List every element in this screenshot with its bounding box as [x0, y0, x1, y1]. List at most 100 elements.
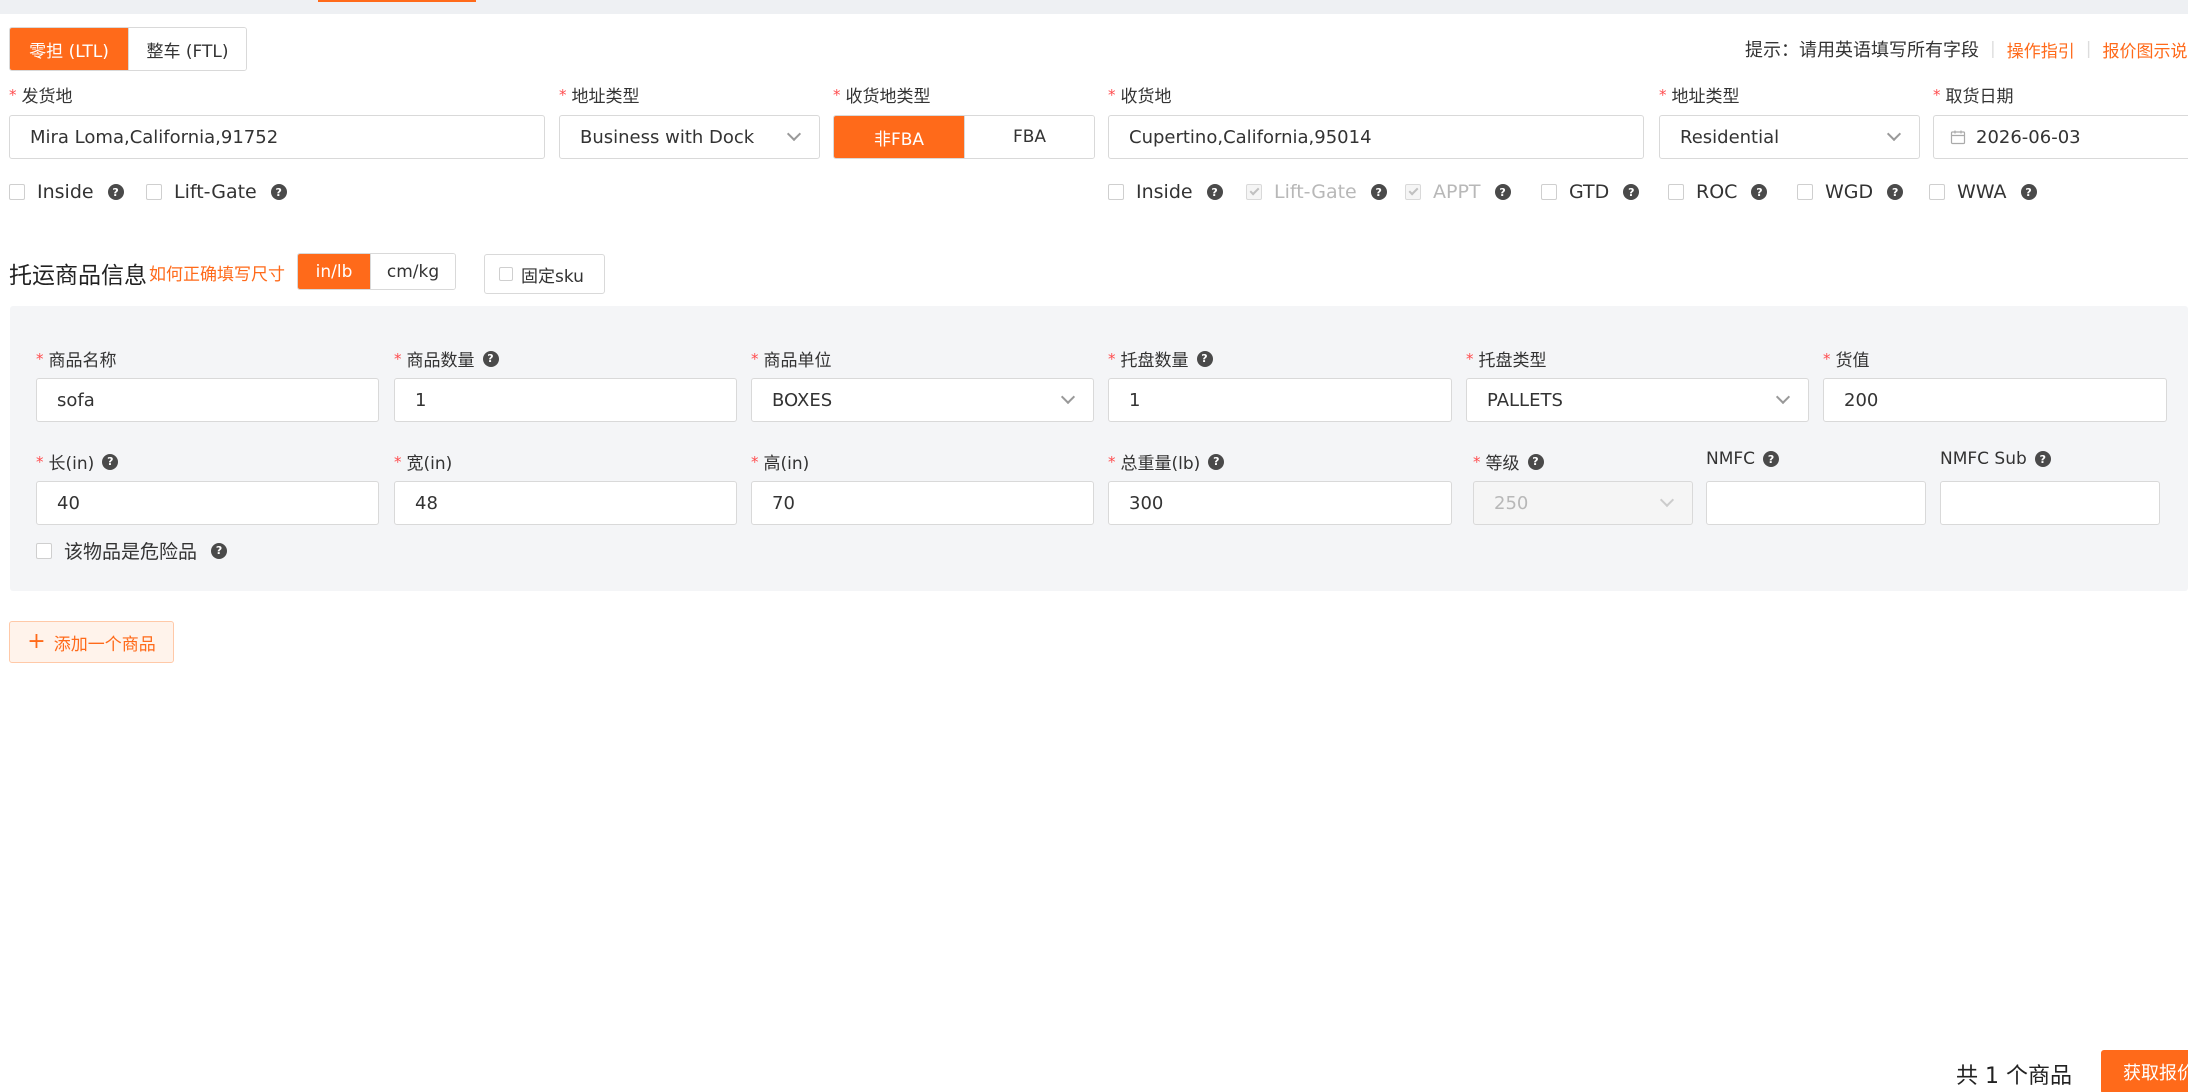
destination-liftgate-checkbox: Lift-Gate ? [1246, 181, 1387, 203]
destination-label: * 收货地 [1108, 85, 1172, 108]
length-label: * 长(in)? [36, 449, 119, 474]
checkbox-box [499, 267, 513, 281]
destination-wwa-checkbox[interactable]: WWA ? [1929, 181, 2037, 203]
help-icon[interactable]: ? [1208, 453, 1225, 470]
help-icon[interactable]: ? [107, 184, 124, 200]
checkbox-box [1929, 184, 1945, 200]
help-icon[interactable]: ? [1887, 184, 1904, 200]
destination-roc-checkbox[interactable]: ROC ? [1668, 181, 1768, 203]
item-unit-select[interactable]: BOXES [751, 378, 1094, 422]
help-icon[interactable]: ? [1370, 184, 1387, 200]
pickup-date-value: 2026-06-03 [1976, 126, 2081, 148]
destination-value: Cupertino,California,95014 [1129, 126, 1372, 148]
pickup-date-label: * 取货日期 [1933, 85, 2014, 108]
origin-value: Mira Loma,California,91752 [30, 126, 279, 148]
checkbox-box [9, 184, 25, 200]
chevron-down-icon [1060, 389, 1076, 405]
help-icon[interactable]: ? [2034, 451, 2051, 467]
help-icon[interactable]: ? [1196, 350, 1213, 367]
receiver-type-toggle: 非FBA FBA [833, 115, 1095, 159]
origin-input[interactable]: Mira Loma,California,91752 [9, 115, 545, 159]
origin-address-type-select[interactable]: Business with Dock [559, 115, 820, 159]
tab-fba[interactable]: FBA [964, 116, 1094, 158]
class-select: 250 [1473, 481, 1693, 525]
destination-address-type-value: Residential [1680, 126, 1780, 148]
pallet-qty-input[interactable]: 1 [1108, 378, 1452, 422]
pallet-type-label: * 托盘类型 [1466, 349, 1547, 372]
help-icon[interactable]: ? [1527, 453, 1544, 470]
operation-guide-link[interactable]: 操作指引 [2007, 37, 2075, 62]
checkbox-checked [1405, 184, 1421, 200]
help-icon[interactable]: ? [1494, 184, 1511, 200]
hint-bar: 提示：请用英语填写所有字段 | 操作指引 | 报价图示说明 [1745, 36, 2188, 62]
destination-input[interactable]: Cupertino,California,95014 [1108, 115, 1644, 159]
item-quantity-label: * 商品数量? [394, 346, 499, 371]
plus-icon: + [27, 629, 46, 654]
origin-label: * 发货地 [9, 85, 73, 108]
nmfc-input[interactable] [1706, 481, 1926, 525]
destination-inside-checkbox[interactable]: Inside ? [1108, 181, 1223, 203]
checkbox-box [146, 184, 162, 200]
pickup-date-input[interactable]: 2026-06-03 [1933, 115, 2188, 159]
height-label: * 高(in) [751, 452, 810, 475]
goods-value-input[interactable]: 200 [1823, 378, 2167, 422]
tab-non-fba[interactable]: 非FBA [834, 116, 964, 158]
item-name-input[interactable]: sofa [36, 378, 379, 422]
pallet-type-select[interactable]: PALLETS [1466, 378, 1809, 422]
help-icon[interactable]: ? [102, 453, 119, 470]
get-quote-button[interactable]: 获取报价 [2101, 1050, 2188, 1092]
origin-address-type-value: Business with Dock [580, 126, 755, 148]
quote-diagram-link[interactable]: 报价图示说明 [2102, 37, 2188, 62]
help-icon[interactable]: ? [2020, 184, 2037, 200]
nmfc-sub-label: NMFC Sub? [1940, 449, 2051, 469]
add-item-button[interactable]: + 添加一个商品 [9, 621, 174, 663]
help-icon[interactable]: ? [482, 350, 499, 367]
fixed-sku-checkbox[interactable]: 固定sku [484, 254, 605, 294]
goods-value-label: * 货值 [1823, 349, 1870, 372]
help-icon[interactable]: ? [270, 184, 287, 200]
receiver-type-label: * 收货地类型 [833, 85, 931, 108]
help-icon[interactable]: ? [211, 542, 228, 559]
shipping-mode-toggle: 零担 (LTL) 整车 (FTL) [9, 27, 247, 71]
length-input[interactable]: 40 [36, 481, 379, 525]
nmfc-label: NMFC? [1706, 449, 1780, 469]
item-quantity-input[interactable]: 1 [394, 378, 737, 422]
nmfc-sub-input[interactable] [1940, 481, 2160, 525]
tab-cm-kg[interactable]: cm/kg [370, 254, 455, 289]
item-total-count: 共 1 个商品 [1956, 1064, 2072, 1089]
weight-input[interactable]: 300 [1108, 481, 1452, 525]
destination-address-type-label: * 地址类型 [1659, 85, 1740, 108]
height-input[interactable]: 70 [751, 481, 1094, 525]
help-icon[interactable]: ? [1623, 184, 1640, 200]
item-name-label: * 商品名称 [36, 349, 117, 372]
help-icon[interactable]: ? [1751, 184, 1768, 200]
origin-address-type-label: * 地址类型 [559, 85, 640, 108]
origin-inside-checkbox[interactable]: Inside ? [9, 181, 124, 203]
checkbox-checked [1246, 184, 1262, 200]
separator: | [1990, 39, 1996, 59]
help-icon[interactable]: ? [1763, 451, 1780, 467]
width-label: * 宽(in) [394, 452, 453, 475]
destination-wgd-checkbox[interactable]: WGD ? [1797, 181, 1904, 203]
dimension-help-link[interactable]: 如何正确填写尺寸 [149, 260, 285, 285]
hint-text: 提示：请用英语填写所有字段 [1745, 40, 1979, 61]
destination-appt-checkbox: APPT ? [1405, 181, 1511, 203]
origin-liftgate-checkbox[interactable]: Lift-Gate ? [146, 181, 287, 203]
tab-ftl[interactable]: 整车 (FTL) [128, 28, 246, 70]
hazmat-checkbox[interactable]: 该物品是危险品 ? [36, 537, 228, 564]
tab-ltl[interactable]: 零担 (LTL) [10, 28, 128, 70]
help-icon[interactable]: ? [1206, 184, 1223, 200]
top-tab-strip [0, 0, 2188, 14]
checkbox-box [36, 542, 52, 559]
chevron-down-icon [1886, 126, 1902, 142]
goods-section-title: 托运商品信息 [9, 263, 147, 289]
width-input[interactable]: 48 [394, 481, 737, 525]
tab-in-lb[interactable]: in/lb [298, 254, 370, 289]
destination-address-type-select[interactable]: Residential [1659, 115, 1920, 159]
active-tab-indicator [318, 0, 476, 2]
calendar-icon [1950, 130, 1966, 145]
class-label: * 等级? [1473, 449, 1544, 474]
item-unit-label: * 商品单位 [751, 349, 832, 372]
destination-gtd-checkbox[interactable]: GTD ? [1541, 181, 1640, 203]
checkbox-box [1541, 184, 1557, 200]
